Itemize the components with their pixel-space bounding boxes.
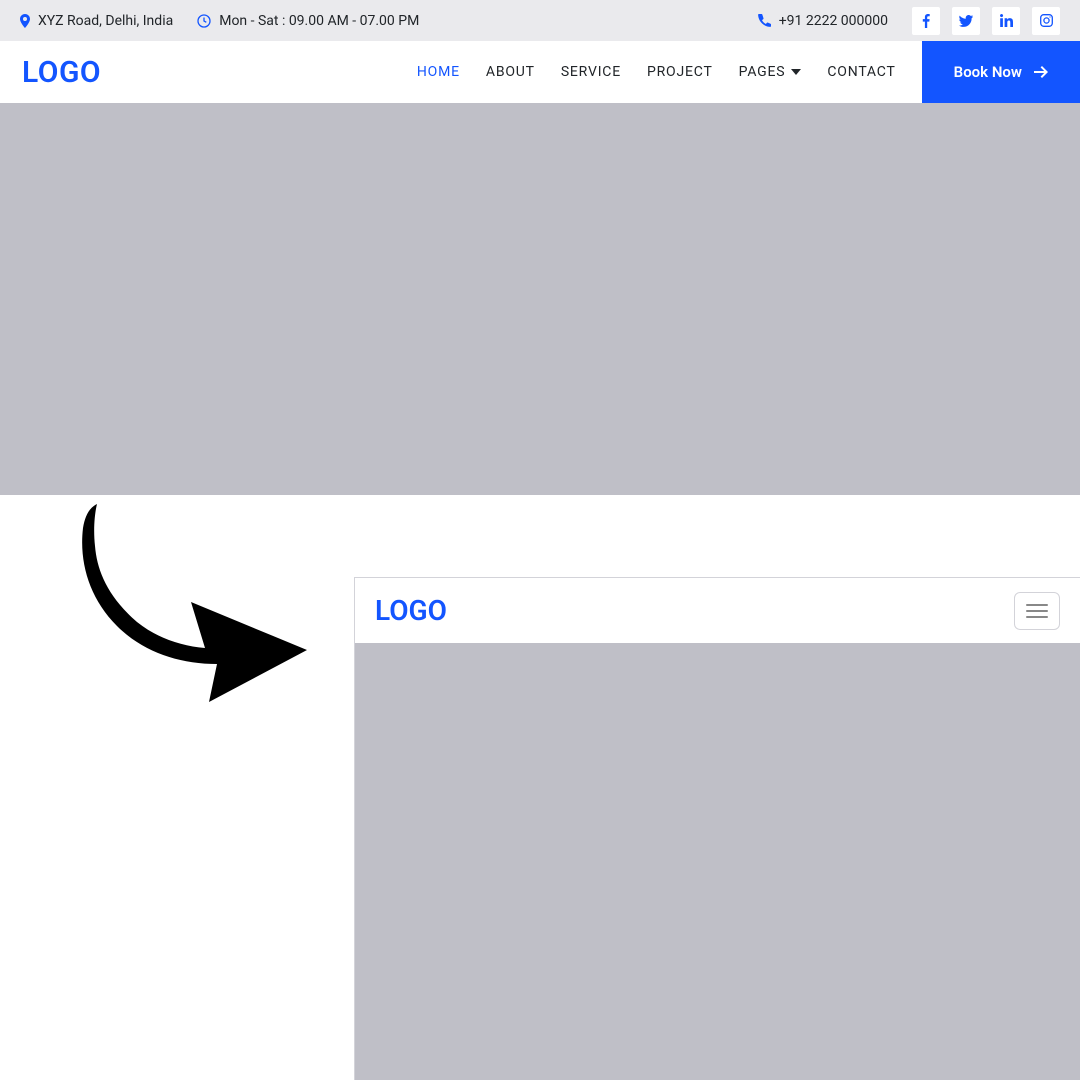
facebook-icon bbox=[922, 14, 930, 28]
hamburger-icon bbox=[1026, 604, 1048, 618]
nav-service[interactable]: SERVICE bbox=[561, 64, 621, 80]
mobile-header: LOGO bbox=[355, 578, 1080, 643]
nav-project[interactable]: PROJECT bbox=[647, 64, 713, 80]
phone-icon bbox=[758, 14, 771, 27]
mobile-hero-placeholder bbox=[355, 643, 1080, 1080]
curved-arrow-icon bbox=[79, 504, 307, 702]
topbar-left: XYZ Road, Delhi, India Mon - Sat : 09.00… bbox=[20, 13, 419, 29]
nav-home[interactable]: HOME bbox=[417, 64, 460, 80]
nav-about[interactable]: ABOUT bbox=[486, 64, 535, 80]
twitter-button[interactable] bbox=[952, 7, 980, 35]
hero-placeholder bbox=[0, 103, 1080, 495]
logo[interactable]: LOGO bbox=[22, 55, 101, 90]
arrow-right-icon bbox=[1034, 66, 1048, 78]
nav-pages[interactable]: PAGES bbox=[739, 64, 802, 80]
chevron-down-icon bbox=[791, 69, 801, 75]
book-now-button[interactable]: Book Now bbox=[922, 41, 1080, 103]
linkedin-icon bbox=[1000, 14, 1013, 27]
topbar-right: +91 2222 000000 bbox=[758, 7, 1060, 35]
hours-text: Mon - Sat : 09.00 AM - 07.00 PM bbox=[219, 13, 419, 29]
nav-links: HOME ABOUT SERVICE PROJECT PAGES CONTACT bbox=[417, 64, 896, 80]
phone-item[interactable]: +91 2222 000000 bbox=[758, 13, 888, 29]
linkedin-button[interactable] bbox=[992, 7, 1020, 35]
twitter-icon bbox=[959, 15, 973, 27]
facebook-button[interactable] bbox=[912, 7, 940, 35]
hours-item: Mon - Sat : 09.00 AM - 07.00 PM bbox=[197, 13, 419, 29]
main-nav: LOGO HOME ABOUT SERVICE PROJECT PAGES CO… bbox=[0, 41, 1080, 103]
instagram-button[interactable] bbox=[1032, 7, 1060, 35]
mobile-logo[interactable]: LOGO bbox=[375, 594, 447, 627]
nav-contact[interactable]: CONTACT bbox=[827, 64, 895, 80]
address-text: XYZ Road, Delhi, India bbox=[38, 13, 173, 29]
mobile-preview: LOGO bbox=[354, 577, 1080, 1080]
address-item: XYZ Road, Delhi, India bbox=[20, 13, 173, 29]
clock-icon bbox=[197, 14, 211, 28]
nav-pages-label: PAGES bbox=[739, 64, 786, 80]
lower-section: LOGO bbox=[0, 495, 1080, 1080]
location-icon bbox=[20, 14, 30, 28]
topbar: XYZ Road, Delhi, India Mon - Sat : 09.00… bbox=[0, 0, 1080, 41]
instagram-icon bbox=[1040, 14, 1053, 27]
nav-right: HOME ABOUT SERVICE PROJECT PAGES CONTACT… bbox=[417, 41, 1080, 103]
book-now-label: Book Now bbox=[954, 63, 1022, 81]
phone-text: +91 2222 000000 bbox=[779, 13, 888, 29]
hamburger-button[interactable] bbox=[1014, 592, 1060, 630]
